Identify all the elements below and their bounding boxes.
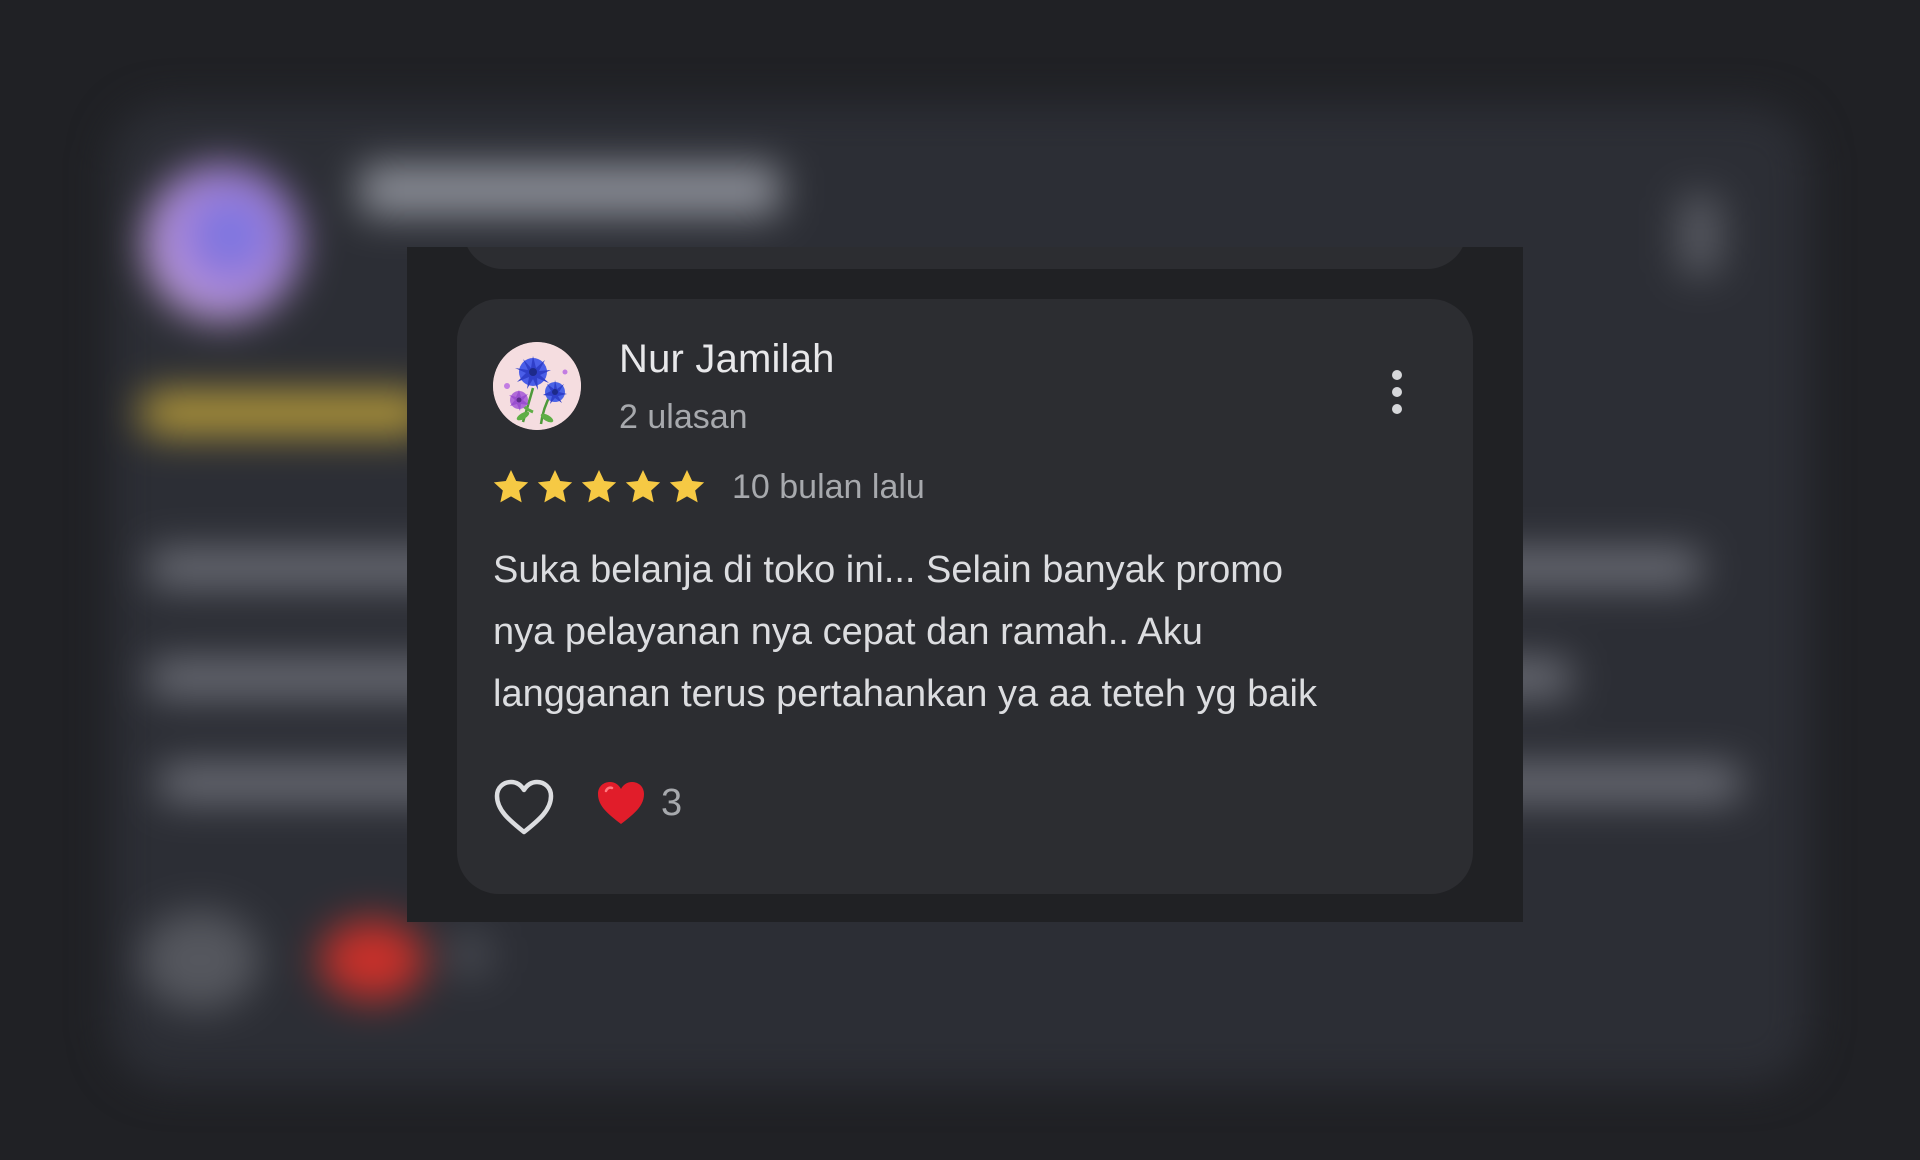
like-button[interactable]	[491, 777, 557, 837]
reviewer-review-count: 2 ulasan	[619, 398, 748, 436]
reaction-summary[interactable]: 3	[595, 779, 682, 827]
blurred-avatar	[145, 165, 300, 320]
screen: Nur Jamilah 2 ulasan 10 bulan lalu Suka …	[0, 0, 1920, 1160]
review-text-line: Suka belanja di toko ini... Selain banya…	[493, 549, 1284, 591]
blurred-count	[450, 935, 490, 975]
heart-outline-icon	[494, 779, 554, 835]
star-icon	[493, 470, 529, 503]
blurred-name	[360, 165, 780, 215]
more-vert-icon-dot	[1392, 387, 1402, 397]
reviewer-avatar[interactable]	[493, 342, 581, 430]
more-vert-icon-dot	[1392, 404, 1402, 414]
review-text-line: nya pelayanan nya cepat dan ramah.. Aku	[493, 611, 1203, 653]
blurred-stars	[140, 392, 430, 434]
review-panel: Nur Jamilah 2 ulasan 10 bulan lalu Suka …	[407, 247, 1523, 922]
more-vert-icon-dot	[1392, 370, 1402, 380]
review-text: Suka belanja di toko ini... Selain banya…	[493, 539, 1453, 725]
blurred-heart-icon	[320, 920, 425, 1000]
star-icon	[581, 470, 617, 503]
reviewer-name[interactable]: Nur Jamilah	[619, 337, 835, 382]
blurred-more-icon	[1680, 195, 1720, 275]
previous-card-edge	[463, 247, 1467, 269]
star-icon	[625, 470, 661, 503]
reaction-count: 3	[661, 781, 683, 824]
star-rating	[491, 467, 707, 507]
blurred-like-icon	[140, 910, 260, 1010]
heart-red-icon	[598, 782, 644, 824]
flower-avatar-icon	[493, 342, 581, 430]
review-date: 10 bulan lalu	[732, 468, 925, 506]
review-card: Nur Jamilah 2 ulasan 10 bulan lalu Suka …	[457, 299, 1473, 894]
star-icon	[669, 470, 705, 503]
review-text-line: langganan terus pertahankan ya aa teteh …	[493, 673, 1317, 715]
more-options-button[interactable]	[1377, 354, 1417, 430]
star-icon	[537, 470, 573, 503]
